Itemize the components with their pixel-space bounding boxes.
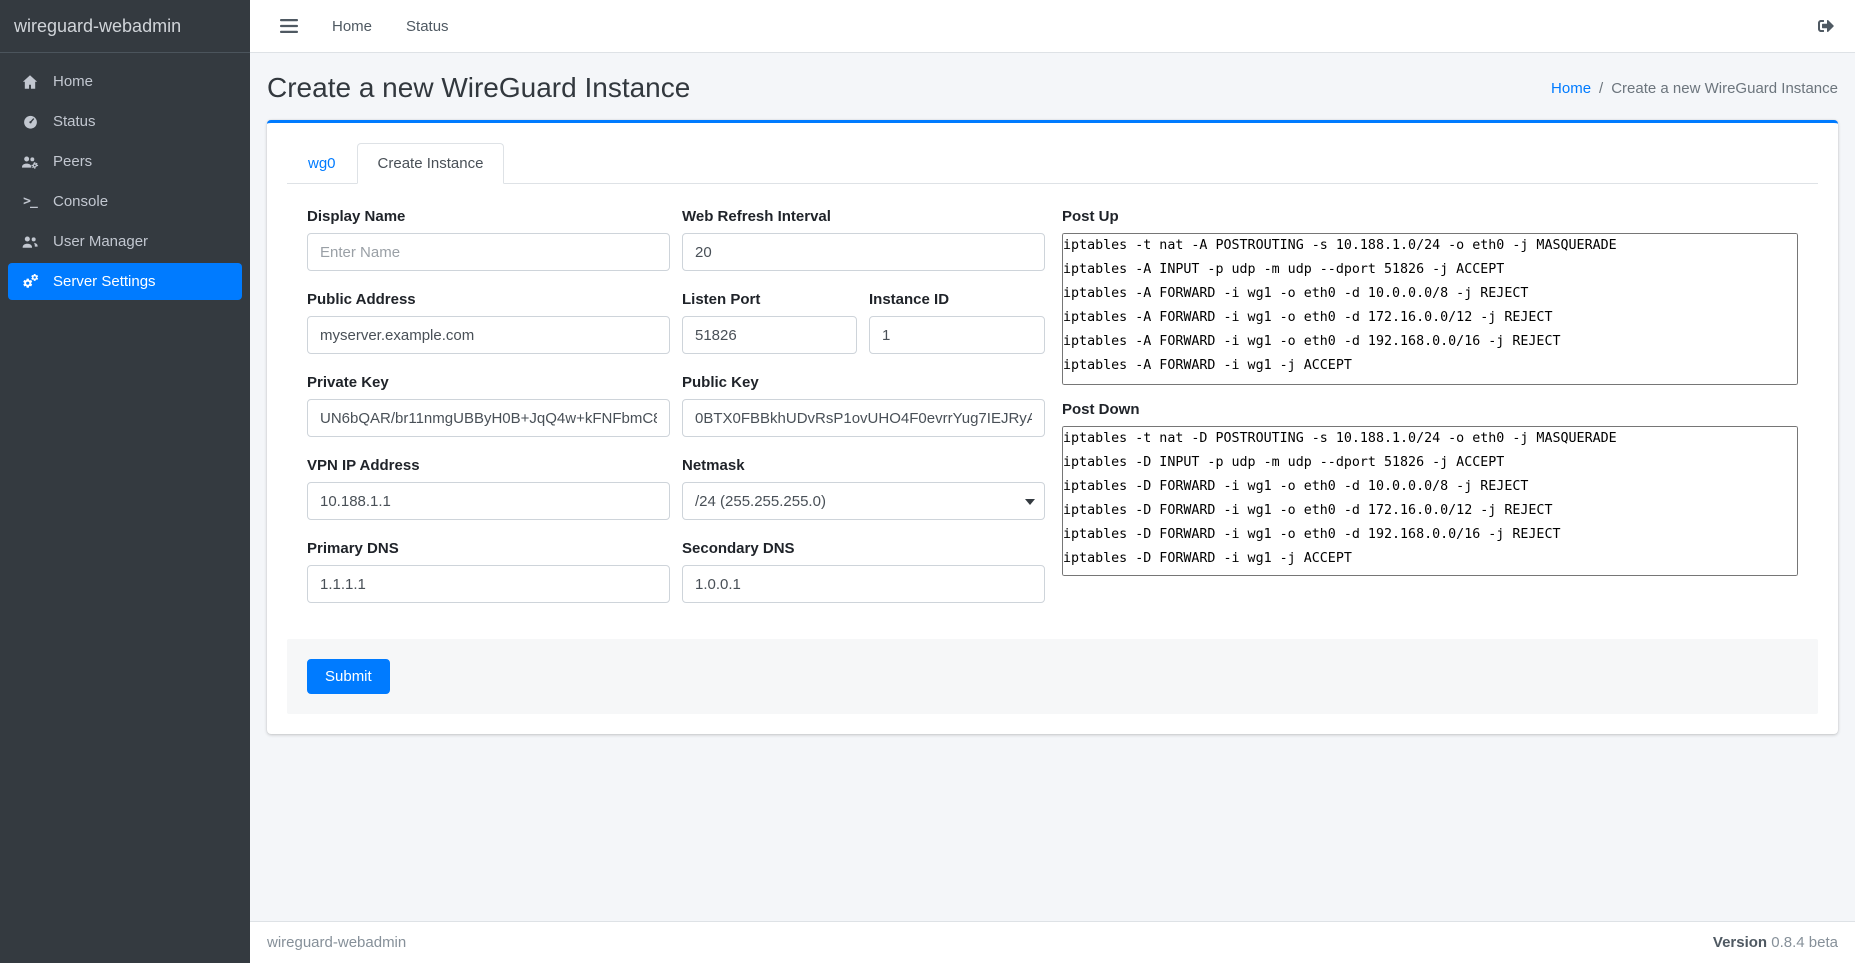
- public-key-input[interactable]: [682, 399, 1045, 437]
- gears-icon: [18, 273, 42, 290]
- sidebar-item-status[interactable]: Status: [8, 103, 242, 140]
- primary-dns-input[interactable]: [307, 565, 670, 603]
- sidebar-item-label: Console: [53, 193, 108, 210]
- topbar: Home Status: [250, 0, 1855, 53]
- post-up-textarea[interactable]: iptables -t nat -A POSTROUTING -s 10.188…: [1062, 233, 1798, 385]
- brand-title[interactable]: wireguard-webadmin: [0, 0, 250, 53]
- private-key-input[interactable]: [307, 399, 670, 437]
- tab-bar: wg0 Create Instance: [287, 143, 1818, 184]
- display-name-input[interactable]: [307, 233, 670, 271]
- sign-out-icon[interactable]: [1817, 18, 1835, 34]
- submit-button[interactable]: Submit: [307, 659, 390, 694]
- vpn-ip-input[interactable]: [307, 482, 670, 520]
- sidebar-item-label: Status: [53, 113, 96, 130]
- form-left-block: Display Name Web Refresh Interval Public…: [307, 208, 1045, 623]
- page-title: Create a new WireGuard Instance: [267, 72, 690, 104]
- post-down-label: Post Down: [1062, 401, 1798, 418]
- listen-port-label: Listen Port: [682, 291, 857, 308]
- netmask-select[interactable]: /24 (255.255.255.0): [682, 482, 1045, 520]
- post-up-label: Post Up: [1062, 208, 1798, 225]
- public-address-label: Public Address: [307, 291, 670, 308]
- listen-port-input[interactable]: [682, 316, 857, 354]
- public-key-label: Public Key: [682, 374, 1045, 391]
- tab-create-instance[interactable]: Create Instance: [357, 143, 505, 184]
- display-name-label: Display Name: [307, 208, 670, 225]
- public-address-input[interactable]: [307, 316, 670, 354]
- sidebar-item-label: User Manager: [53, 233, 148, 250]
- page-footer: wireguard-webadmin Version 0.8.4 beta: [250, 921, 1855, 963]
- private-key-label: Private Key: [307, 374, 670, 391]
- instance-card: wg0 Create Instance Display Name Web Ref…: [267, 120, 1838, 734]
- primary-dns-label: Primary DNS: [307, 540, 670, 557]
- form-right-block: Post Up iptables -t nat -A POSTROUTING -…: [1062, 208, 1798, 623]
- form-footer: Submit: [287, 639, 1818, 714]
- version-label: Version: [1713, 934, 1767, 951]
- breadcrumb-current: Create a new WireGuard Instance: [1611, 80, 1838, 97]
- main-column: Home Status Create a new WireGuard Insta…: [250, 0, 1855, 963]
- footer-brand: wireguard-webadmin: [267, 934, 406, 951]
- web-refresh-interval-input[interactable]: [682, 233, 1045, 271]
- content-area: Create a new WireGuard Instance Home / C…: [250, 53, 1855, 921]
- post-down-textarea[interactable]: iptables -t nat -D POSTROUTING -s 10.188…: [1062, 426, 1798, 576]
- web-refresh-interval-label: Web Refresh Interval: [682, 208, 1045, 225]
- app-root: wireguard-webadmin Home Status Peers: [0, 0, 1855, 963]
- sidebar-item-home[interactable]: Home: [8, 63, 242, 100]
- version-value: 0.8.4 beta: [1771, 934, 1838, 951]
- tab-wg0[interactable]: wg0: [287, 143, 357, 184]
- sidebar-nav: Home Status Peers >_ Console: [0, 53, 250, 313]
- sidebar-item-server-settings[interactable]: Server Settings: [8, 263, 242, 300]
- topbar-link-home[interactable]: Home: [332, 18, 372, 35]
- sidebar-item-user-manager[interactable]: User Manager: [8, 223, 242, 260]
- page-head: Create a new WireGuard Instance Home / C…: [267, 72, 1838, 104]
- hamburger-icon[interactable]: [280, 19, 298, 33]
- users-gear-icon: [18, 154, 42, 170]
- breadcrumb: Home / Create a new WireGuard Instance: [1551, 80, 1838, 97]
- sidebar-item-label: Home: [53, 73, 93, 90]
- home-icon: [18, 74, 42, 90]
- topbar-link-status[interactable]: Status: [406, 18, 449, 35]
- instance-id-input[interactable]: [869, 316, 1045, 354]
- secondary-dns-input[interactable]: [682, 565, 1045, 603]
- sidebar-item-console[interactable]: >_ Console: [8, 183, 242, 220]
- sidebar: wireguard-webadmin Home Status Peers: [0, 0, 250, 963]
- sidebar-item-label: Peers: [53, 153, 92, 170]
- create-instance-form: Display Name Web Refresh Interval Public…: [267, 184, 1838, 623]
- breadcrumb-home-link[interactable]: Home: [1551, 80, 1591, 97]
- users-icon: [18, 234, 42, 250]
- gauge-icon: [18, 113, 42, 130]
- sidebar-item-peers[interactable]: Peers: [8, 143, 242, 180]
- breadcrumb-separator: /: [1599, 80, 1603, 97]
- netmask-label: Netmask: [682, 457, 1045, 474]
- secondary-dns-label: Secondary DNS: [682, 540, 1045, 557]
- version-text: Version 0.8.4 beta: [1713, 934, 1838, 951]
- terminal-icon: >_: [18, 194, 42, 209]
- instance-id-label: Instance ID: [869, 291, 1045, 308]
- vpn-ip-label: VPN IP Address: [307, 457, 670, 474]
- sidebar-item-label: Server Settings: [53, 273, 156, 290]
